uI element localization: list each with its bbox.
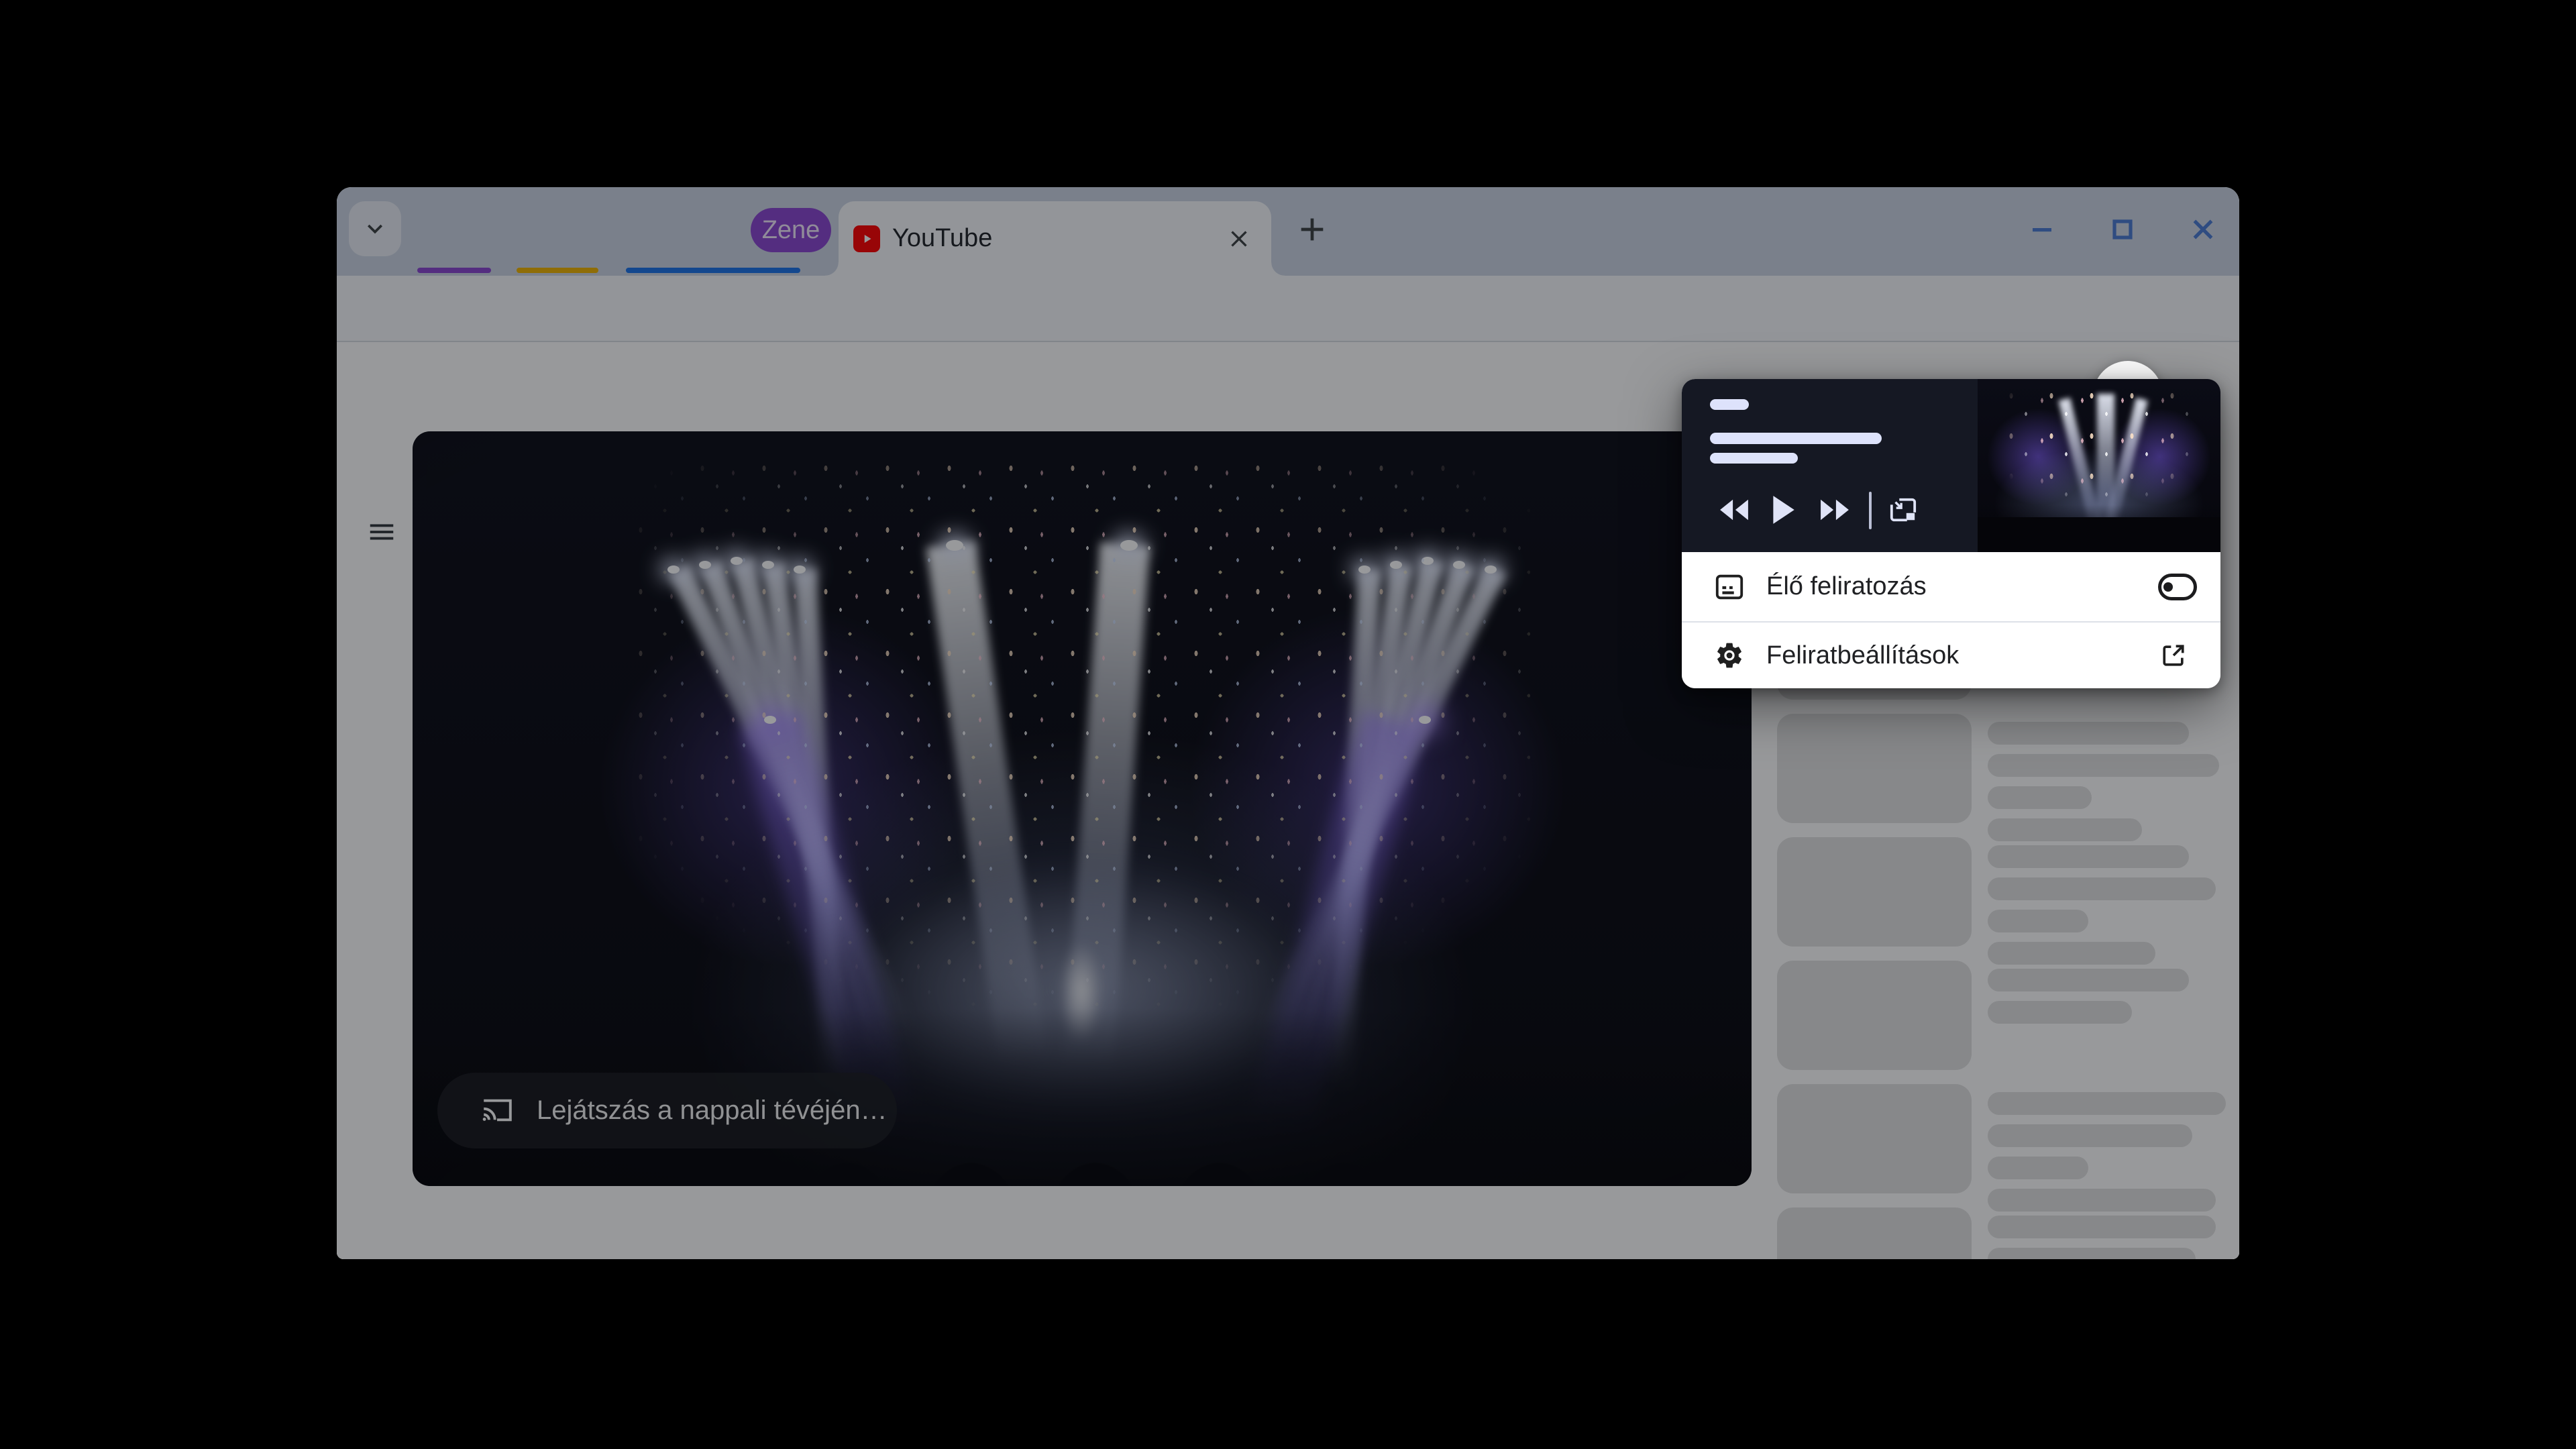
dim-overlay [337, 187, 2239, 1259]
picture-in-picture-icon [1888, 496, 1919, 524]
live-caption-icon [1714, 572, 1745, 602]
caption-settings-label: Feliratbeállítások [1766, 623, 1959, 688]
media-session-card [1682, 379, 2220, 552]
open-in-new-icon [2159, 641, 2188, 670]
live-caption-label: Élő feliratozás [1766, 552, 1927, 621]
browser-window: Zene Iskola Közöss. felület YouTube [337, 187, 2239, 1259]
next-track-button[interactable] [1818, 497, 1851, 523]
rewind-icon [1717, 497, 1751, 523]
play-icon [1770, 494, 1796, 525]
picture-in-picture-button[interactable] [1888, 496, 1919, 524]
caption-settings-row[interactable]: Feliratbeállítások [1682, 621, 2220, 688]
fast-forward-icon [1818, 497, 1851, 523]
live-caption-row[interactable]: Élő feliratozás [1682, 552, 2220, 621]
previous-track-button[interactable] [1717, 497, 1751, 523]
media-title-skeleton [1710, 399, 1749, 410]
desktop-background: Zene Iskola Közöss. felület YouTube [0, 0, 2576, 1449]
media-line-skeleton [1710, 453, 1798, 464]
toggle-knob [2163, 582, 2173, 592]
gear-icon [1714, 640, 1745, 671]
media-controls-popup: Élő feliratozás Feliratbeállítások [1682, 379, 2220, 688]
controls-divider [1869, 492, 1872, 529]
play-button[interactable] [1770, 494, 1796, 525]
live-caption-toggle[interactable] [2158, 574, 2197, 600]
media-line-skeleton [1710, 433, 1882, 444]
album-artwork [1978, 379, 2220, 552]
